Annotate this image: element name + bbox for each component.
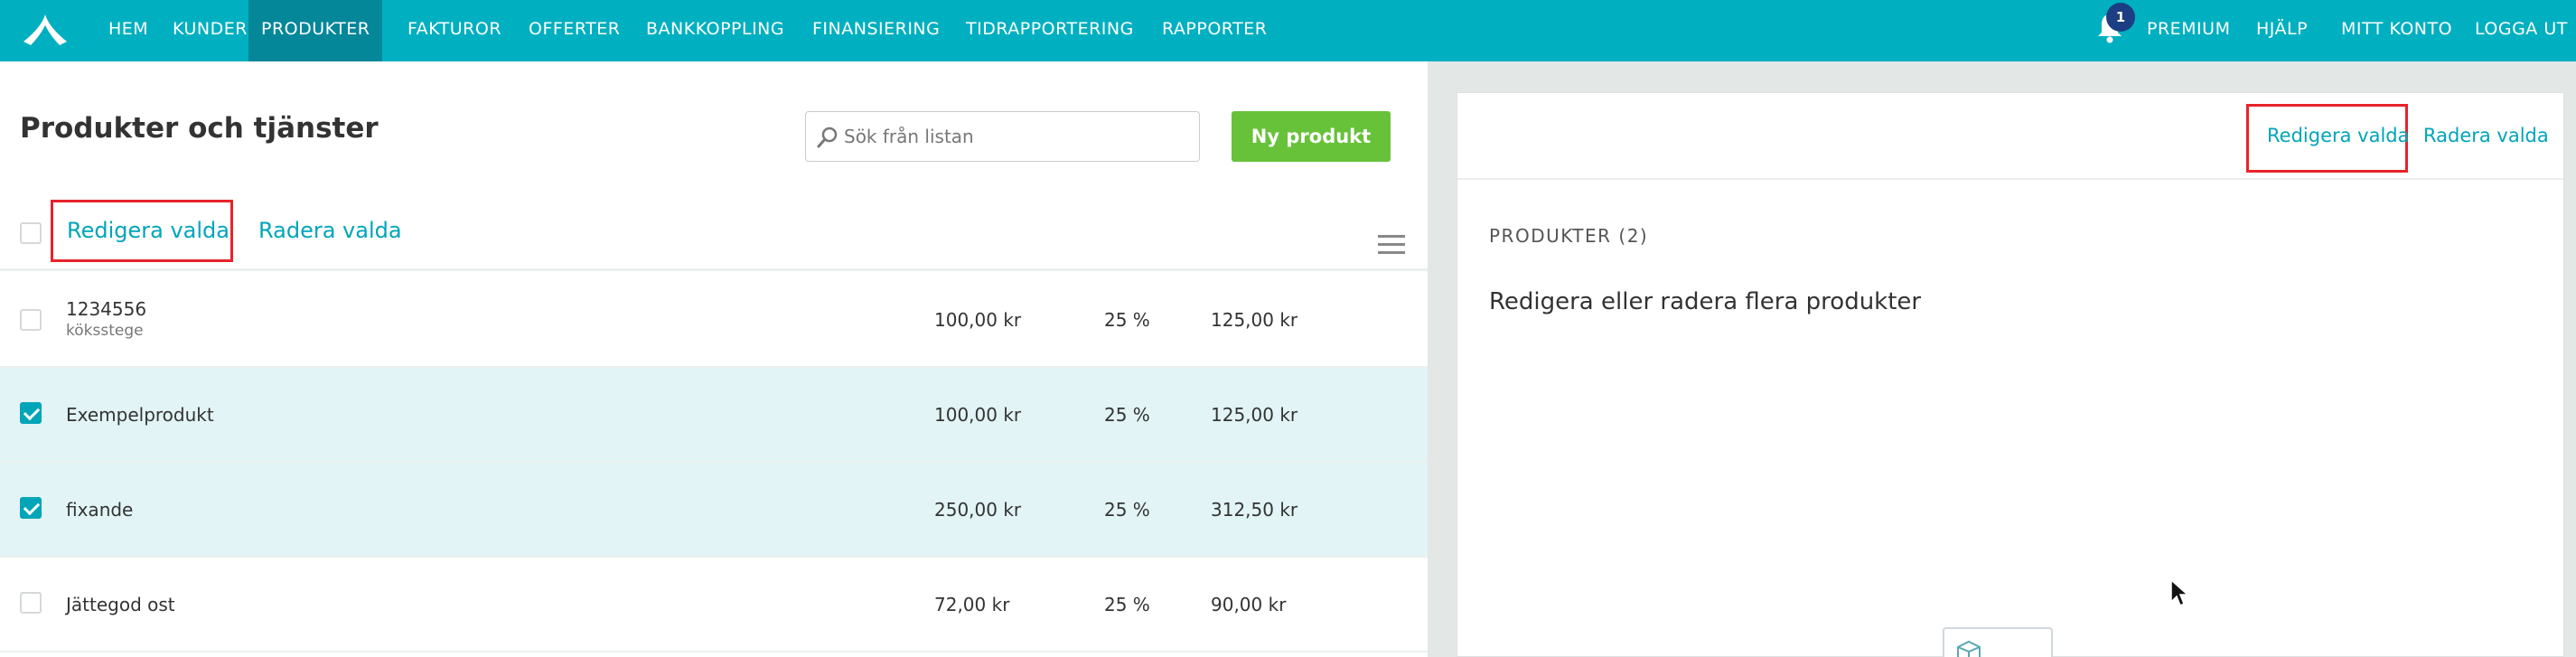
- search-input[interactable]: [844, 112, 1192, 161]
- nav-item-finansiering[interactable]: FINANSIERING: [812, 0, 940, 61]
- nav-item-logga-ut[interactable]: LOGGA UT: [2475, 0, 2568, 61]
- nav-item-kunder[interactable]: KUNDER: [173, 0, 248, 61]
- product-price: 100,00 kr: [934, 404, 1022, 426]
- product-name: Exempelprodukt: [66, 404, 214, 426]
- nav-item-hem[interactable]: HEM: [108, 0, 148, 61]
- row-checkbox[interactable]: [20, 497, 42, 519]
- search-icon: [817, 127, 838, 148]
- package-illustration: [1943, 627, 2053, 657]
- nav-item-fakturor[interactable]: FAKTUROR: [407, 0, 501, 61]
- product-vat: 25 %: [1104, 499, 1150, 521]
- detail-header: Redigera valda Radera valda: [1457, 93, 2563, 180]
- search-box[interactable]: [805, 111, 1200, 162]
- edit-selected-link[interactable]: Redigera valda: [2267, 125, 2410, 146]
- product-name: fixande: [66, 499, 134, 521]
- table-row[interactable]: 1234556 köksstege 100,00 kr 25 % 125,00 …: [0, 273, 1428, 368]
- box-icon: [1957, 640, 1981, 657]
- nav-item-tidrapportering[interactable]: TIDRAPPORTERING: [966, 0, 1134, 61]
- row-checkbox[interactable]: [20, 309, 42, 331]
- detail-panel: Redigera valda Radera valda PRODUKTER (2…: [1457, 92, 2564, 657]
- bulk-edit-link[interactable]: Redigera valda: [67, 218, 229, 243]
- product-total: 90,00 kr: [1211, 594, 1287, 615]
- section-heading: Redigera eller radera flera produkter: [1489, 288, 1922, 315]
- nav-item-rapporter[interactable]: RAPPORTER: [1162, 0, 1267, 61]
- row-checkbox[interactable]: [20, 402, 42, 424]
- section-label: PRODUKTER (2): [1489, 225, 1649, 247]
- product-price: 72,00 kr: [934, 594, 1010, 615]
- nav-item-offerter[interactable]: OFFERTER: [529, 0, 620, 61]
- product-name: 1234556: [66, 298, 147, 320]
- nav-item-bankkoppling[interactable]: BANKKOPPLING: [646, 0, 784, 61]
- table-row[interactable]: Exempelprodukt 100,00 kr 25 % 125,00 kr: [0, 368, 1428, 463]
- top-navigation-bar: HEM KUNDER PRODUKTER FAKTUROR OFFERTER B…: [0, 0, 2576, 61]
- product-price: 100,00 kr: [934, 309, 1022, 331]
- product-vat: 25 %: [1104, 309, 1150, 331]
- product-list-panel: Produkter och tjänster Ny produkt Redige…: [0, 61, 1428, 657]
- product-total: 125,00 kr: [1211, 404, 1298, 426]
- new-product-button[interactable]: Ny produkt: [1232, 111, 1391, 162]
- table-row[interactable]: Jättegod ost 72,00 kr 25 % 90,00 kr: [0, 558, 1428, 652]
- select-all-checkbox[interactable]: [20, 222, 42, 244]
- bulk-action-bar: Redigera valda Radera valda: [0, 199, 1428, 271]
- row-checkbox[interactable]: [20, 592, 42, 614]
- nav-item-hjalp[interactable]: HJÄLP: [2256, 0, 2308, 61]
- notification-badge: 1: [2106, 3, 2135, 32]
- delete-selected-link[interactable]: Radera valda: [2423, 125, 2549, 146]
- product-name: Jättegod ost: [66, 594, 175, 615]
- product-total: 312,50 kr: [1211, 499, 1298, 521]
- product-vat: 25 %: [1104, 594, 1150, 615]
- product-price: 250,00 kr: [934, 499, 1022, 521]
- nav-item-premium[interactable]: PREMIUM: [2147, 0, 2230, 61]
- nav-item-mitt-konto[interactable]: MITT KONTO: [2341, 0, 2452, 61]
- nav-item-produkter[interactable]: PRODUKTER: [248, 0, 383, 61]
- product-total: 125,00 kr: [1211, 309, 1298, 331]
- mouse-cursor-icon: [2170, 578, 2189, 607]
- product-subtitle: köksstege: [66, 322, 144, 340]
- table-row[interactable]: fixande 250,00 kr 25 % 312,50 kr: [0, 463, 1428, 558]
- page-title: Produkter och tjänster: [20, 112, 379, 145]
- product-vat: 25 %: [1104, 404, 1150, 426]
- logo-icon[interactable]: [18, 9, 72, 52]
- bulk-delete-link[interactable]: Radera valda: [258, 218, 402, 243]
- menu-icon[interactable]: [1378, 235, 1405, 255]
